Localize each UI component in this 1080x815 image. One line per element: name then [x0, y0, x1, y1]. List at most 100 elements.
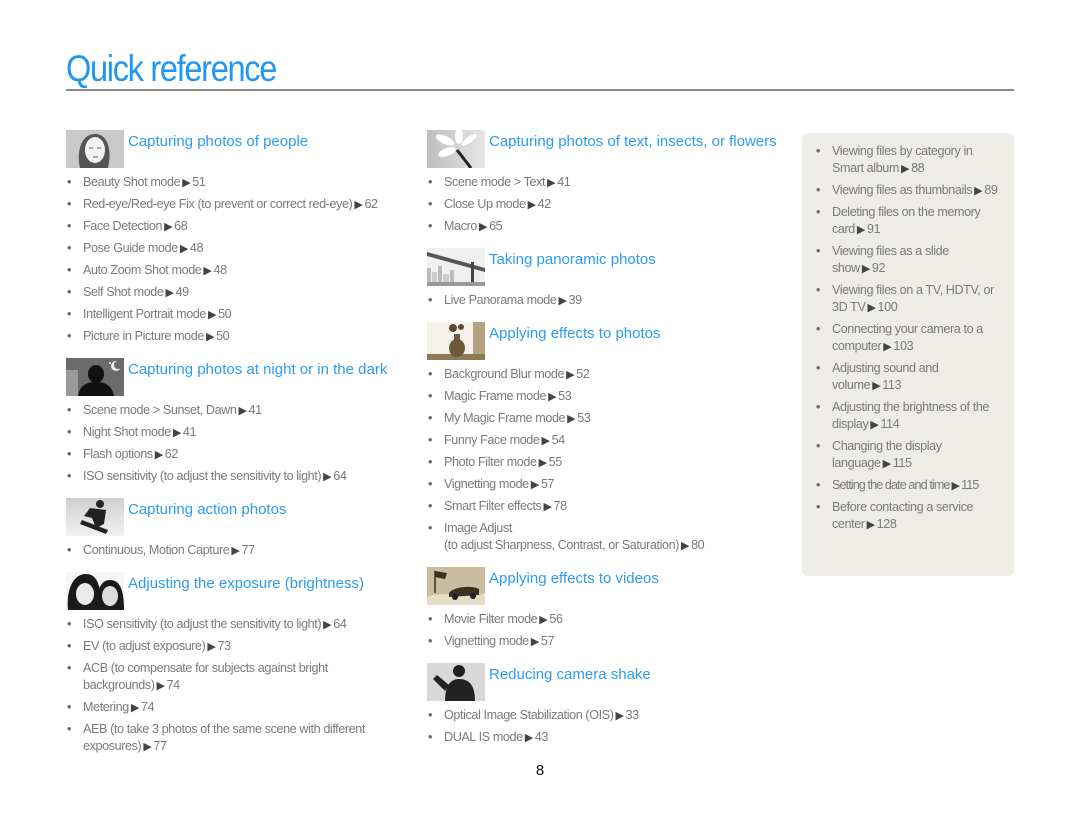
list-item[interactable]: Image Adjust (to adjust Sharpness, Contr…: [427, 520, 777, 555]
list-item[interactable]: Deleting files on the memory card▶91: [815, 204, 1005, 239]
page-ref: 49: [175, 285, 190, 299]
page-ref: 50: [218, 307, 232, 321]
page-ref: 50: [216, 329, 230, 343]
arrow-icon: ▶: [130, 702, 139, 714]
list-item[interactable]: Picture in Picture mode▶50: [66, 328, 411, 346]
page-ref: 64: [333, 469, 347, 483]
item-list: Scene mode > Sunset, Dawn▶41 Night Shot …: [66, 402, 411, 486]
list-item[interactable]: Beauty Shot mode▶51: [66, 174, 411, 192]
list-item[interactable]: Viewing files by category in Smart album…: [815, 143, 1005, 178]
page-ref: 115: [892, 456, 912, 470]
list-item[interactable]: Viewing files as thumbnails▶89: [815, 182, 1005, 200]
list-item[interactable]: Adjusting sound and volume▶113: [815, 360, 1005, 395]
list-item[interactable]: Auto Zoom Shot mode▶48: [66, 262, 411, 280]
section-title-link[interactable]: Capturing photos of people: [128, 131, 308, 153]
list-item[interactable]: EV (to adjust exposure)▶73: [66, 638, 411, 656]
section-title-link[interactable]: Capturing action photos: [128, 499, 286, 521]
arrow-icon: ▶: [231, 545, 240, 557]
page-ref: 77: [153, 739, 167, 753]
page-ref: 115: [961, 478, 979, 492]
page-number: 8: [535, 762, 545, 779]
page-ref: 41: [557, 175, 571, 189]
section-title-link[interactable]: Taking panoramic photos: [489, 249, 656, 271]
item-list: Beauty Shot mode▶51 Red-eye/Red-eye Fix …: [66, 174, 411, 346]
list-item[interactable]: Close Up mode▶42: [427, 196, 777, 214]
page-ref: 64: [333, 617, 347, 631]
list-item[interactable]: Viewing files as a slide show▶92: [815, 243, 1005, 278]
list-item[interactable]: Movie Filter mode▶56: [427, 611, 777, 629]
list-item[interactable]: Red-eye/Red-eye Fix (to prevent or corre…: [66, 196, 411, 214]
section-photo-effects: Applying effects to photos Background Bl…: [427, 322, 777, 555]
list-item[interactable]: Funny Face mode▶54: [427, 432, 777, 450]
page-ref: 57: [540, 634, 555, 648]
list-item[interactable]: Connecting your camera to a computer▶103: [815, 321, 1005, 356]
list-item[interactable]: Vignetting mode▶57: [427, 633, 777, 651]
list-item[interactable]: DUAL IS mode▶43: [427, 729, 777, 747]
page-ref: 62: [164, 447, 179, 461]
list-item[interactable]: Macro▶65: [427, 218, 777, 236]
vase-still-life-icon: [427, 322, 485, 360]
list-item[interactable]: Magic Frame mode▶53: [427, 388, 777, 406]
arrow-icon: ▶: [538, 457, 547, 469]
list-item[interactable]: ISO sensitivity (to adjust the sensitivi…: [66, 468, 411, 486]
arrow-icon: ▶: [681, 540, 690, 552]
list-item[interactable]: Live Panorama mode▶39: [427, 292, 777, 310]
list-item[interactable]: Night Shot mode▶41: [66, 424, 411, 442]
list-item[interactable]: Smart Filter effects▶78: [427, 498, 777, 516]
item-list: Live Panorama mode▶39: [427, 292, 777, 310]
column-left: Capturing photos of people Beauty Shot m…: [66, 130, 411, 768]
arrow-icon: ▶: [856, 224, 865, 236]
section-video-effects: Applying effects to videos Movie Filter …: [427, 567, 777, 651]
snowboarder-icon: [66, 498, 124, 536]
arrow-icon: ▶: [182, 177, 191, 189]
arrow-icon: ▶: [861, 263, 870, 275]
page-ref: 43: [534, 730, 549, 744]
list-item[interactable]: Background Blur mode▶52: [427, 366, 777, 384]
section-title-link[interactable]: Applying effects to videos: [489, 568, 659, 590]
list-item[interactable]: Continuous, Motion Capture▶77: [66, 542, 411, 560]
list-item[interactable]: Adjusting the brightness of the display▶…: [815, 399, 1005, 434]
list-item[interactable]: ACB (to compensate for subjects against …: [66, 660, 411, 695]
item-list: Optical Image Stabilization (OIS)▶33 DUA…: [427, 707, 777, 747]
arrow-icon: ▶: [543, 501, 552, 513]
arrow-icon: ▶: [883, 341, 892, 353]
page-ref: 48: [213, 263, 227, 277]
page-ref: 77: [241, 543, 255, 557]
arrow-icon: ▶: [547, 177, 556, 189]
section-title-link[interactable]: Capturing photos of text, insects, or fl…: [489, 131, 777, 153]
list-item[interactable]: Vignetting mode▶57: [427, 476, 777, 494]
page-ref: 68: [174, 219, 188, 233]
list-item[interactable]: Scene mode > Sunset, Dawn▶41: [66, 402, 411, 420]
section-title-link[interactable]: Applying effects to photos: [489, 323, 661, 345]
list-item[interactable]: Viewing files on a TV, HDTV, or 3D TV▶10…: [815, 282, 1005, 317]
list-item[interactable]: Metering▶74: [66, 699, 411, 717]
section-macro: Capturing photos of text, insects, or fl…: [427, 130, 777, 236]
list-item[interactable]: Photo Filter mode▶55: [427, 454, 777, 472]
list-item[interactable]: Self Shot mode▶49: [66, 284, 411, 302]
list-item[interactable]: Scene mode > Text▶41: [427, 174, 777, 192]
list-item[interactable]: Changing the display language▶115: [815, 438, 1005, 473]
list-item[interactable]: Setting the date and time▶115: [815, 477, 1005, 495]
arrow-icon: ▶: [867, 302, 876, 314]
section-camera-shake: Reducing camera shake Optical Image Stab…: [427, 663, 777, 747]
list-item[interactable]: AEB (to take 3 photos of the same scene …: [66, 721, 411, 756]
arrow-icon: ▶: [354, 199, 363, 211]
arrow-icon: ▶: [530, 636, 539, 648]
page-ref: 41: [182, 425, 197, 439]
list-item[interactable]: ISO sensitivity (to adjust the sensitivi…: [66, 616, 411, 634]
list-item[interactable]: Optical Image Stabilization (OIS)▶33: [427, 707, 777, 725]
list-item[interactable]: Before contacting a service center▶128: [815, 499, 1005, 534]
arrow-icon: ▶: [530, 479, 539, 491]
list-item[interactable]: Pose Guide mode▶48: [66, 240, 411, 258]
list-item[interactable]: Face Detection▶68: [66, 218, 411, 236]
section-title-link[interactable]: Reducing camera shake: [489, 664, 651, 686]
section-title-link[interactable]: Capturing photos at night or in the dark: [128, 359, 387, 381]
arrow-icon: ▶: [203, 265, 212, 277]
page-ref: 57: [540, 477, 555, 491]
list-item[interactable]: My Magic Frame mode▶53: [427, 410, 777, 428]
page-ref: 54: [551, 433, 566, 447]
list-item[interactable]: Flash options▶62: [66, 446, 411, 464]
arrow-icon: ▶: [164, 221, 173, 233]
list-item[interactable]: Intelligent Portrait mode▶50: [66, 306, 411, 324]
section-title-link[interactable]: Adjusting the exposure (brightness): [128, 573, 364, 595]
